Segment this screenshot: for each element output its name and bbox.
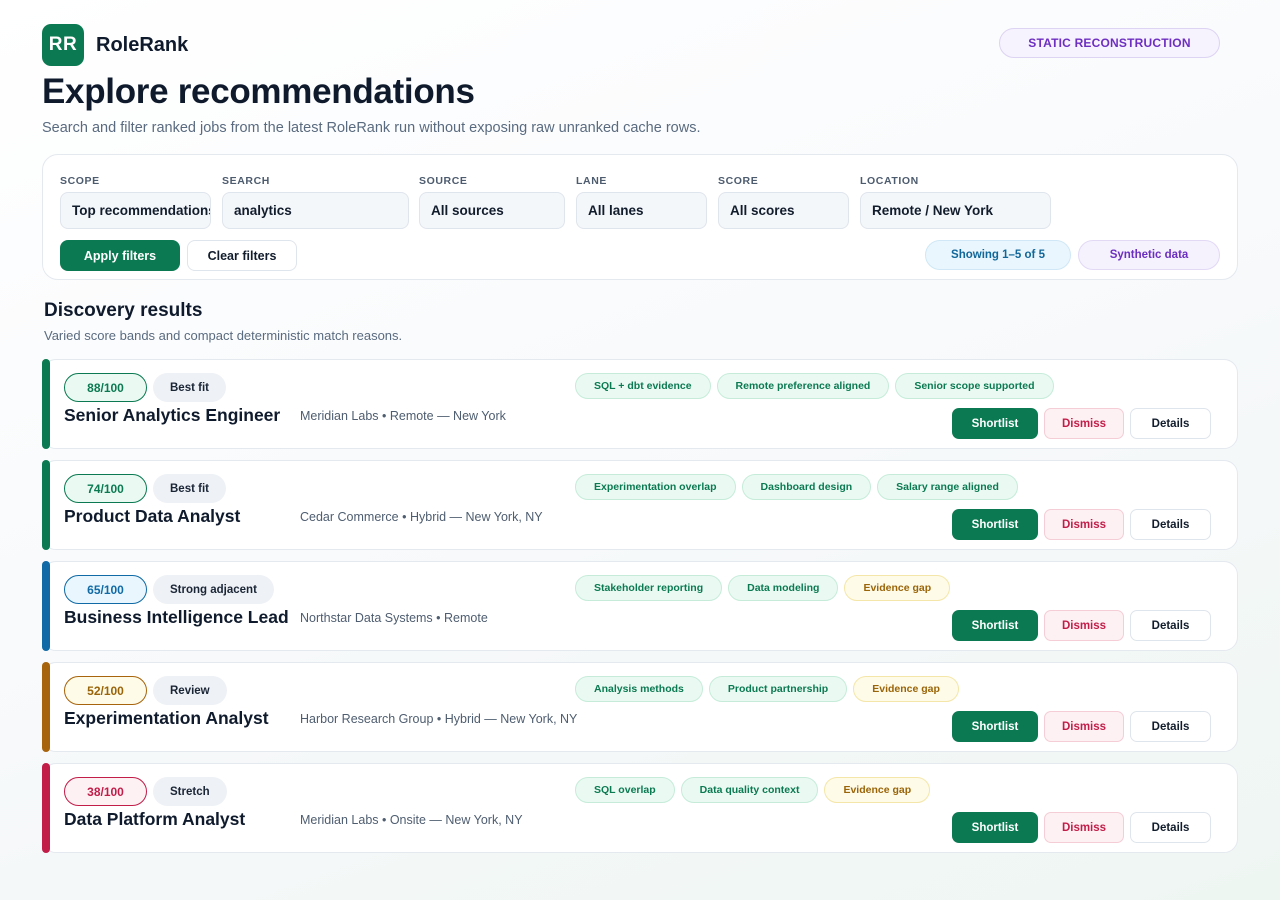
gap-tag: Evidence gap bbox=[824, 777, 931, 803]
source-select[interactable]: All sources bbox=[419, 192, 565, 229]
match-reasons: Experimentation overlap Dashboard design S… bbox=[575, 474, 1018, 500]
reason-tag: SQL overlap bbox=[575, 777, 675, 803]
details-button[interactable]: Details bbox=[1130, 610, 1211, 641]
search-input[interactable]: analytics bbox=[222, 192, 409, 229]
scope-label: SCOPE bbox=[60, 175, 100, 187]
location-select[interactable]: Remote / New York bbox=[860, 192, 1051, 229]
reason-tag: Data modeling bbox=[728, 575, 839, 601]
job-title[interactable]: Data Platform Analyst bbox=[64, 809, 245, 830]
reason-tag: Stakeholder reporting bbox=[575, 575, 723, 601]
clear-filters-button[interactable]: Clear filters bbox=[187, 240, 297, 271]
source-label: SOURCE bbox=[419, 175, 468, 187]
shortlist-button[interactable]: Shortlist bbox=[952, 509, 1038, 540]
brand-logo: RR bbox=[42, 24, 84, 66]
results-count-badge: Showing 1–5 of 5 bbox=[925, 240, 1071, 270]
details-button[interactable]: Details bbox=[1130, 711, 1211, 742]
job-meta: Cedar Commerce • Hybrid — New York, NY bbox=[300, 510, 543, 524]
lane-label: LANE bbox=[576, 175, 607, 187]
gap-tag: Evidence gap bbox=[844, 575, 951, 601]
score-label: SCORE bbox=[718, 175, 759, 187]
reason-tag: Product partnership bbox=[708, 676, 848, 702]
reason-tag: Dashboard design bbox=[741, 474, 872, 500]
static-reconstruction-badge: STATIC RECONSTRUCTION bbox=[999, 28, 1220, 58]
card-actions: Shortlist Dismiss Details bbox=[952, 812, 1211, 843]
job-title[interactable]: Business Intelligence Lead bbox=[64, 607, 289, 628]
job-meta: Northstar Data Systems • Remote bbox=[300, 611, 488, 625]
gap-tag: Evidence gap bbox=[853, 676, 959, 702]
score-select[interactable]: All scores bbox=[718, 192, 849, 229]
job-meta: Harbor Research Group • Hybrid — New Yor… bbox=[300, 712, 578, 726]
score-badge: 65/100 bbox=[64, 575, 147, 604]
band-badge: Best fit bbox=[153, 474, 226, 503]
reason-tag: Data quality context bbox=[680, 777, 819, 803]
score-band-accent bbox=[42, 460, 50, 550]
score-badge: 88/100 bbox=[64, 373, 147, 402]
score-badge: 52/100 bbox=[64, 676, 147, 705]
card-actions: Shortlist Dismiss Details bbox=[952, 408, 1211, 439]
shortlist-button[interactable]: Shortlist bbox=[952, 610, 1038, 641]
dismiss-button[interactable]: Dismiss bbox=[1044, 711, 1124, 742]
brand-name: RoleRank bbox=[96, 33, 189, 56]
dismiss-button[interactable]: Dismiss bbox=[1044, 509, 1124, 540]
lane-select[interactable]: All lanes bbox=[576, 192, 707, 229]
shortlist-button[interactable]: Shortlist bbox=[952, 408, 1038, 439]
dismiss-button[interactable]: Dismiss bbox=[1044, 812, 1124, 843]
results-title: Discovery results bbox=[44, 300, 203, 321]
band-badge: Stretch bbox=[153, 777, 227, 806]
score-band-accent bbox=[42, 662, 50, 752]
match-reasons: SQL + dbt evidence Remote preference alig… bbox=[575, 373, 1054, 399]
score-band-accent bbox=[42, 763, 50, 853]
page-subtitle: Search and filter ranked jobs from the l… bbox=[42, 120, 701, 136]
dismiss-button[interactable]: Dismiss bbox=[1044, 408, 1124, 439]
location-label: LOCATION bbox=[860, 175, 919, 187]
match-reasons: Stakeholder reporting Data modeling Eviden… bbox=[575, 575, 951, 601]
page: RR RoleRank STATIC RECONSTRUCTION Explor… bbox=[0, 0, 1280, 900]
job-meta: Meridian Labs • Onsite — New York, NY bbox=[300, 813, 523, 827]
score-band-accent bbox=[42, 359, 50, 449]
result-card: 52/100 Review Experimentation Analyst Harbo… bbox=[42, 662, 1238, 752]
filter-panel: SCOPE Top recommendations SEARCH analyti… bbox=[42, 154, 1238, 280]
result-card: 38/100 Stretch Data Platform Analyst Meridi… bbox=[42, 763, 1238, 853]
band-badge: Strong adjacent bbox=[153, 575, 274, 604]
card-actions: Shortlist Dismiss Details bbox=[952, 610, 1211, 641]
score-badge: 74/100 bbox=[64, 474, 147, 503]
job-title[interactable]: Product Data Analyst bbox=[64, 506, 240, 527]
card-actions: Shortlist Dismiss Details bbox=[952, 711, 1211, 742]
score-badge: 38/100 bbox=[64, 777, 147, 806]
page-title: Explore recommendations bbox=[42, 72, 475, 111]
results-subtitle: Varied score bands and compact determini… bbox=[44, 328, 403, 343]
apply-filters-button[interactable]: Apply filters bbox=[60, 240, 180, 271]
card-actions: Shortlist Dismiss Details bbox=[952, 509, 1211, 540]
details-button[interactable]: Details bbox=[1130, 509, 1211, 540]
reason-tag: Salary range aligned bbox=[877, 474, 1018, 500]
job-title[interactable]: Senior Analytics Engineer bbox=[64, 405, 280, 426]
band-badge: Best fit bbox=[153, 373, 226, 402]
details-button[interactable]: Details bbox=[1130, 812, 1211, 843]
reason-tag: Experimentation overlap bbox=[575, 474, 736, 500]
shortlist-button[interactable]: Shortlist bbox=[952, 812, 1038, 843]
search-label: SEARCH bbox=[222, 175, 270, 187]
reason-tag: Remote preference aligned bbox=[716, 373, 890, 399]
result-card: 88/100 Best fit Senior Analytics Engineer M… bbox=[42, 359, 1238, 449]
brand: RR RoleRank bbox=[42, 24, 188, 66]
band-badge: Review bbox=[153, 676, 227, 705]
reason-tag: Senior scope supported bbox=[895, 373, 1054, 399]
job-title[interactable]: Experimentation Analyst bbox=[64, 708, 269, 729]
match-reasons: SQL overlap Data quality context Evidence … bbox=[575, 777, 931, 803]
shortlist-button[interactable]: Shortlist bbox=[952, 711, 1038, 742]
result-card: 74/100 Best fit Product Data Analyst Cedar … bbox=[42, 460, 1238, 550]
dismiss-button[interactable]: Dismiss bbox=[1044, 610, 1124, 641]
score-band-accent bbox=[42, 561, 50, 651]
job-meta: Meridian Labs • Remote — New York bbox=[300, 409, 506, 423]
synthetic-data-badge: Synthetic data bbox=[1078, 240, 1220, 270]
reason-tag: Analysis methods bbox=[575, 676, 703, 702]
match-reasons: Analysis methods Product partnership Evide… bbox=[575, 676, 959, 702]
details-button[interactable]: Details bbox=[1130, 408, 1211, 439]
reason-tag: SQL + dbt evidence bbox=[575, 373, 711, 399]
scope-select[interactable]: Top recommendations bbox=[60, 192, 211, 229]
result-card: 65/100 Strong adjacent Business Intelligen… bbox=[42, 561, 1238, 651]
